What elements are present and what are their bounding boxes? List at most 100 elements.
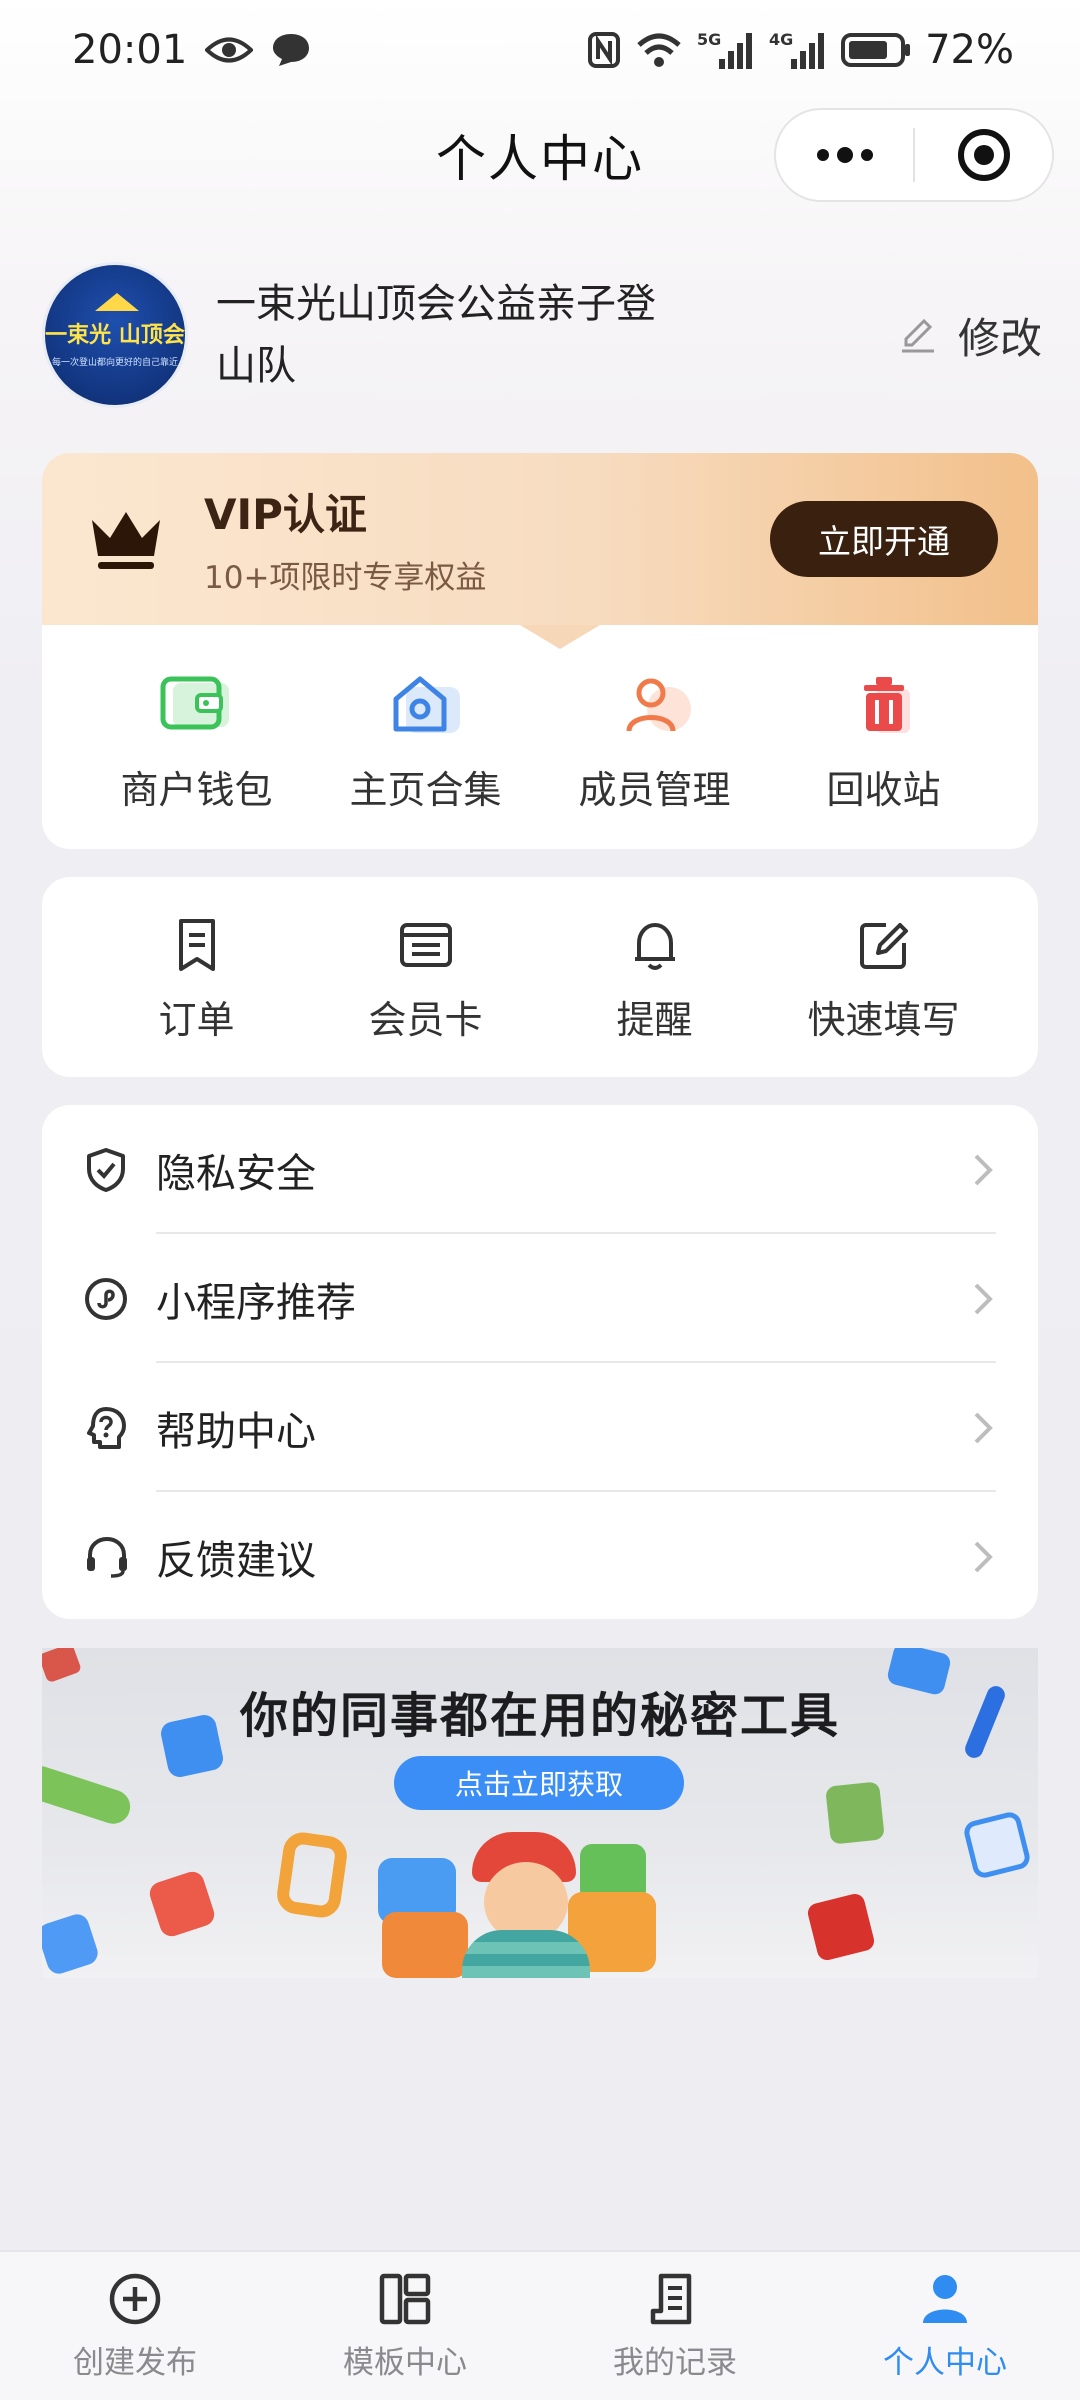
vip-subtitle: 10+项限时专享权益 [204, 560, 487, 596]
promo-banner[interactable]: 你的同事都在用的秘密工具 点击立即获取 [42, 1648, 1038, 1978]
menu-label: 小程序推荐 [156, 1279, 356, 1326]
menu-label: 隐私安全 [156, 1150, 316, 1197]
menu-item-privacy[interactable]: 隐私安全 [84, 1105, 996, 1234]
nfc-icon [588, 32, 621, 68]
menu-item-feedback[interactable]: 反馈建议 [84, 1492, 996, 1621]
grid-item-reminder[interactable]: 提醒 [555, 917, 755, 1044]
message-icon [273, 34, 310, 66]
person-icon [923, 2274, 967, 2323]
mini-program-capsule [774, 108, 1054, 202]
grid-item-member-card[interactable]: 会员卡 [326, 917, 526, 1044]
tab-records[interactable]: 我的记录 [555, 2271, 795, 2382]
grid-item-quick-fill[interactable]: 快速填写 [784, 917, 984, 1044]
decor-green-stick [42, 1761, 135, 1829]
target-circle-icon [957, 129, 1010, 181]
grid-item-recycle[interactable]: 回收站 [784, 673, 984, 814]
status-bar: 20:01 5G 4G 72% [0, 0, 1080, 100]
grid-label: 会员卡 [368, 998, 483, 1042]
plus-circle-icon [109, 2273, 161, 2324]
avatar-peak-shape [95, 293, 139, 311]
profile-name: 一束光山顶会公益亲子登山队 [216, 281, 656, 389]
vip-activate-button[interactable]: 立即开通 [770, 501, 998, 577]
menu-item-mini-program[interactable]: 小程序推荐 [84, 1234, 996, 1363]
wifi-icon [637, 33, 681, 67]
chevron-right-icon [974, 1541, 993, 1572]
tab-label: 创建发布 [73, 2344, 197, 2381]
decor-orange-case [382, 1912, 468, 1978]
settings-menu: 隐私安全 小程序推荐 帮助中心 反馈建议 [42, 1105, 1038, 1619]
decor-megaphone [42, 1911, 101, 1977]
svg-text:4G: 4G [769, 30, 793, 49]
menu-label: 帮助中心 [156, 1408, 316, 1455]
grid-item-homepage[interactable]: 主页合集 [326, 673, 526, 814]
wallet-icon [160, 676, 229, 730]
menu-item-help[interactable]: 帮助中心 [84, 1363, 996, 1492]
grid-label: 主页合集 [349, 768, 502, 812]
grid-label: 商户钱包 [120, 768, 273, 812]
bottom-tab-bar: 创建发布 模板中心 我的记录 个人中心 [0, 2250, 1080, 2400]
signal-5g-icon: 5G [697, 30, 753, 69]
order-icon [178, 919, 215, 971]
member-icon [626, 678, 691, 732]
profile-header: 一束光 山顶会 每一次登山都向更好的自己靠近 一束光山顶会公益亲子登山队 修改 [42, 262, 1042, 408]
decor-calendar [961, 1809, 1033, 1881]
pencil-icon [901, 318, 934, 353]
grid-label: 回收站 [826, 768, 941, 812]
signal-4g-icon: 4G [769, 30, 825, 69]
battery-percent: 72% [925, 27, 1014, 73]
chevron-right-icon [974, 1154, 993, 1185]
chevron-right-icon [974, 1283, 993, 1314]
avatar-logo-text: 一束光 山顶会 [45, 323, 185, 348]
eye-icon [205, 37, 254, 63]
tab-templates[interactable]: 模板中心 [285, 2271, 525, 2382]
edit-profile-button[interactable]: 修改 [898, 305, 1042, 366]
template-icon [379, 2273, 431, 2324]
shield-icon [87, 1147, 125, 1192]
headset-icon [87, 1536, 127, 1578]
battery-icon [841, 33, 911, 67]
tab-label: 个人中心 [883, 2344, 1007, 2381]
close-button[interactable] [915, 110, 1052, 200]
avatar-logo-subtext: 每一次登山都向更好的自己靠近 [51, 358, 178, 368]
decor-red-box [805, 1891, 877, 1963]
vip-notch [520, 625, 600, 649]
banner-title: 你的同事都在用的秘密工具 [239, 1688, 840, 1744]
home-collection-icon [393, 676, 460, 733]
grid-label: 提醒 [616, 998, 693, 1042]
decor-orange-ring [274, 1829, 350, 1921]
banner-cta-button[interactable]: 点击立即获取 [394, 1756, 684, 1810]
quick-edit-icon [859, 923, 908, 969]
tab-label: 我的记录 [613, 2344, 737, 2381]
grid-label: 订单 [158, 998, 235, 1042]
grid-label: 快速填写 [807, 998, 960, 1042]
grid-item-wallet[interactable]: 商户钱包 [97, 673, 297, 814]
trash-icon [863, 677, 910, 733]
mini-program-icon [85, 1277, 127, 1320]
status-time: 20:01 [72, 27, 188, 73]
member-card-icon [399, 923, 452, 967]
decor-number-cube [825, 1781, 885, 1845]
edit-label: 修改 [957, 313, 1042, 363]
more-button[interactable] [776, 110, 913, 200]
tools-grid: 订单 会员卡 提醒 快速填写 [42, 917, 1038, 1044]
quick-grid: 商户钱包 主页合集 成员管理 回收站 [42, 673, 1038, 814]
crown-icon [92, 512, 160, 569]
nav-bar: 个人中心 [0, 100, 1080, 210]
tab-create[interactable]: 创建发布 [15, 2271, 255, 2382]
grid-item-orders[interactable]: 订单 [97, 917, 297, 1044]
avatar[interactable]: 一束光 山顶会 每一次登山都向更好的自己靠近 [42, 262, 188, 408]
vip-title: VIP认证 [204, 490, 367, 539]
tab-profile[interactable]: 个人中心 [825, 2271, 1065, 2382]
tab-label: 模板中心 [343, 2344, 467, 2381]
chevron-right-icon [974, 1412, 993, 1443]
record-icon [650, 2273, 692, 2324]
decor-character-body [462, 1930, 590, 1978]
page-title: 个人中心 [436, 130, 644, 188]
more-dots-icon [816, 147, 873, 163]
grid-label: 成员管理 [578, 768, 731, 812]
grid-item-members[interactable]: 成员管理 [555, 673, 755, 814]
vip-card: VIP认证 10+项限时专享权益 立即开通 商户钱包 主页合集 成员管理 回收站 [42, 453, 1038, 849]
vip-banner[interactable]: VIP认证 10+项限时专享权益 立即开通 [42, 453, 1038, 625]
decor-ticket [146, 1868, 218, 1940]
bell-icon [634, 923, 675, 970]
